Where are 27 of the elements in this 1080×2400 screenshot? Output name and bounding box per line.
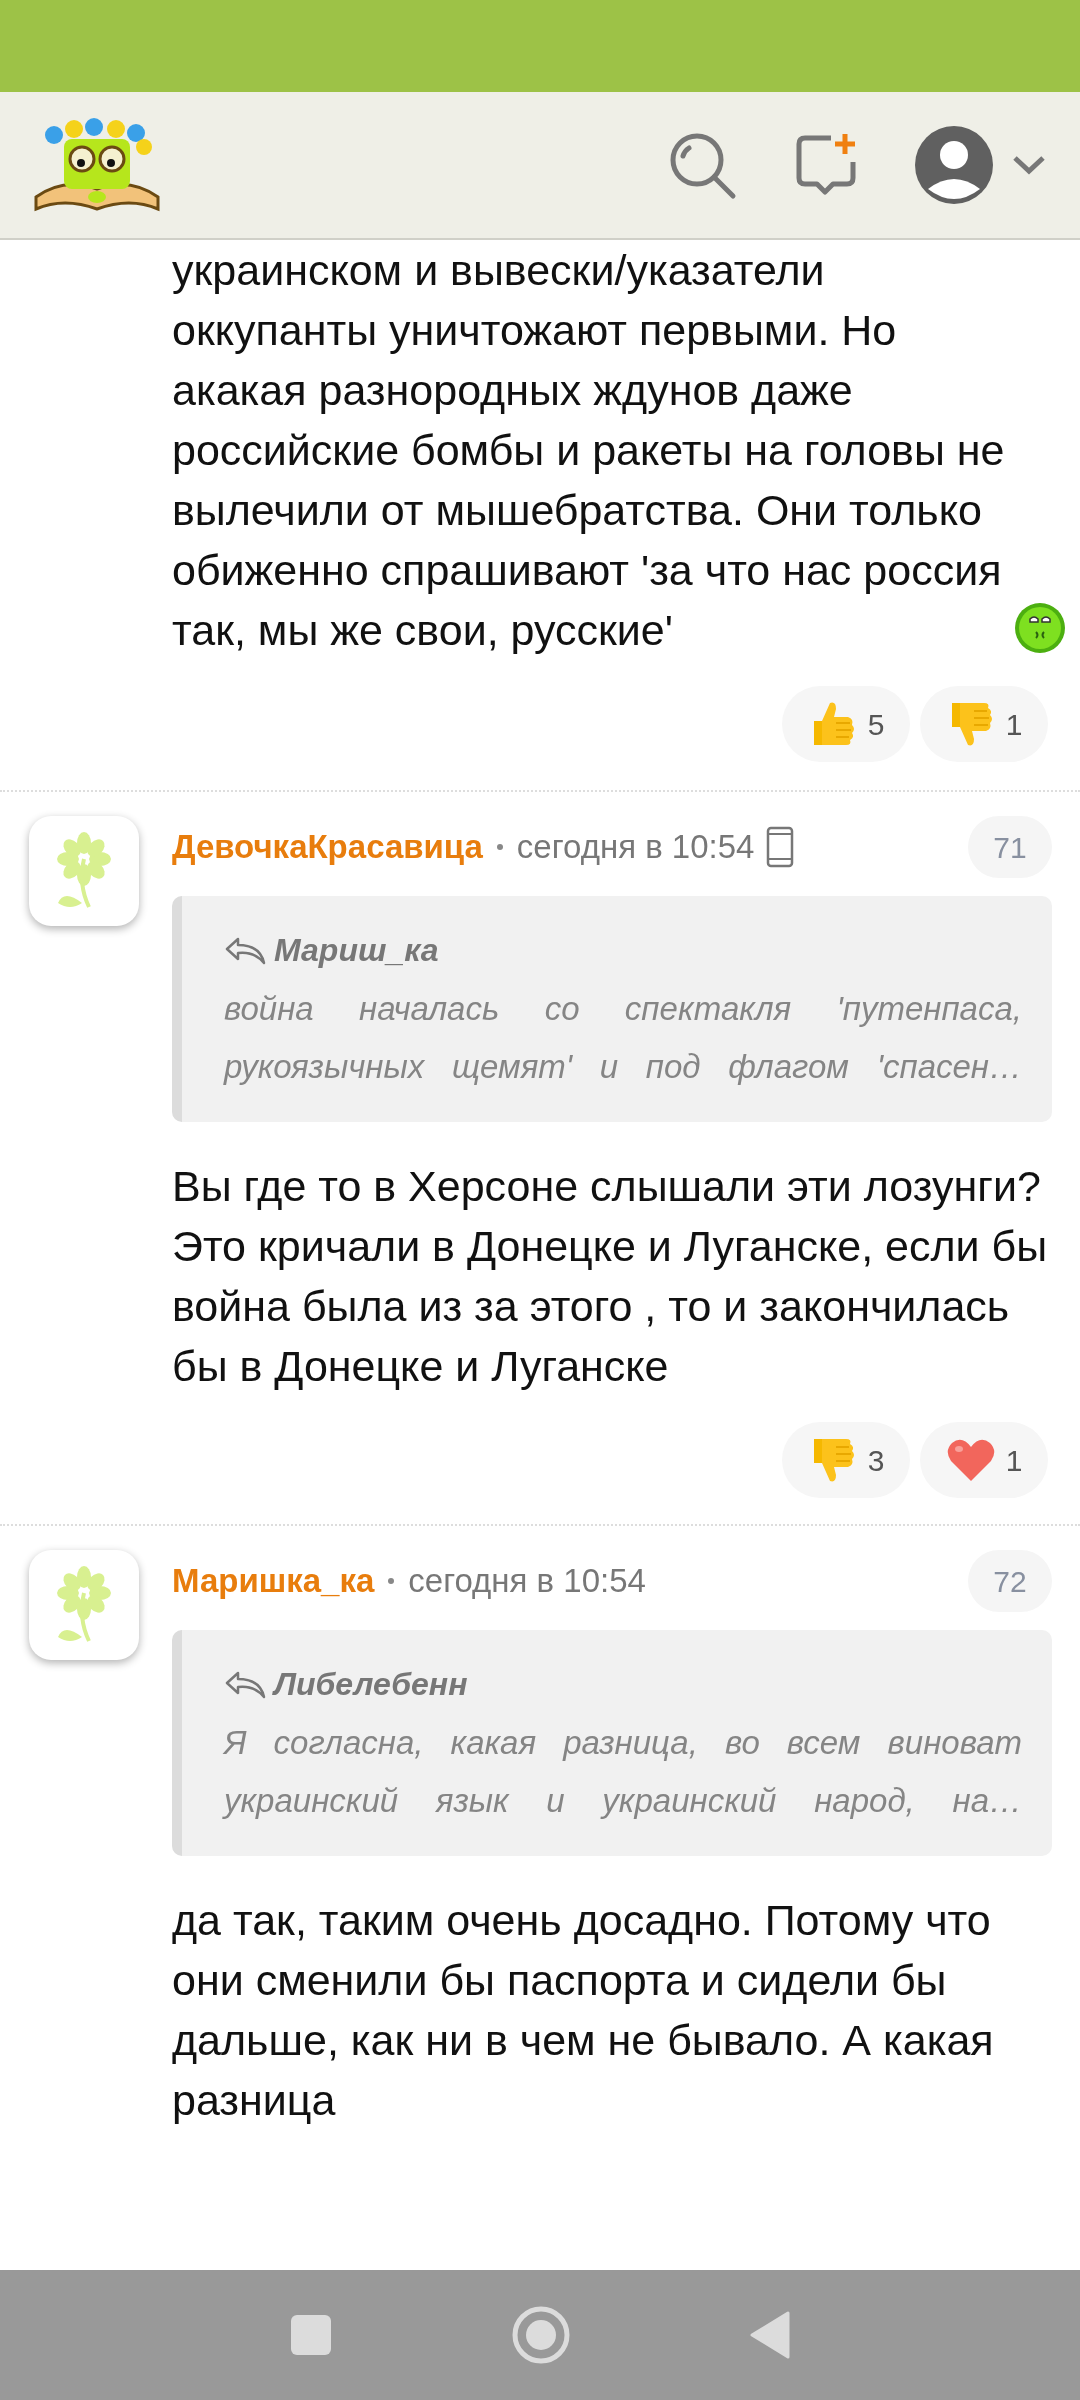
comment-text: Вы где то в Херсоне слышали эти лозунги? Это кричали в Донецке и Луганске, если бы война была из за этого , то и закончилась бы в Донецке и Луганске — [172, 1161, 1049, 1392]
comment-time: сегодня в 10:54 — [516, 827, 755, 868]
comment-text: да так, таким очень досадно. Потому что они сменили бы паспорта и сидели бы дальше, как ни в чем не бывало. А какая разница — [172, 1895, 995, 2126]
quote-author: Либелебенн — [274, 1665, 468, 1704]
back-icon[interactable] — [750, 2311, 790, 2359]
logo-drawing[interactable] — [34, 117, 160, 213]
avatar-icon — [914, 125, 994, 205]
reaction-button[interactable]: 1 — [920, 1422, 1048, 1498]
user-avatar[interactable] — [29, 1550, 139, 1660]
comment-number: 72 — [968, 1550, 1052, 1612]
quote-author: Мариш_ка — [274, 931, 439, 970]
recent-apps-icon[interactable] — [290, 2314, 332, 2356]
chevron-down-icon — [1012, 155, 1046, 175]
comment-number: 71 — [968, 816, 1052, 878]
profile-menu-button[interactable] — [914, 125, 1046, 205]
reaction-button[interactable]: 3 — [782, 1422, 910, 1498]
comment-time: сегодня в 10:54 — [408, 1561, 646, 1602]
comment-text: украинском и вывески/указатели оккупанты уничтожают первыми. Но акакая разнородных ждунов даже российские бомбы и ракеты на головы не вылечили от мышебратства. Они только обиженно спрашивают 'за что нас россия так, мы же свои, русские' — [172, 245, 1006, 656]
reaction-button[interactable]: 5 — [782, 686, 910, 762]
reply-arrow-icon — [224, 1669, 268, 1699]
emoji-icon — [1014, 602, 1066, 654]
user-avatar[interactable] — [29, 816, 139, 926]
quote-text: Я согласна, какая разница, во всем виноват украинский язык и украинский народ, на… — [224, 1723, 1022, 1821]
quote-text: война началась со спектакля 'путенпаса, рукоязычных щемят' и под флагом 'спасен… — [224, 989, 1022, 1087]
reaction-button[interactable]: 1 — [920, 686, 1048, 762]
home-icon[interactable] — [512, 2306, 570, 2364]
reply-arrow-icon — [224, 935, 268, 965]
